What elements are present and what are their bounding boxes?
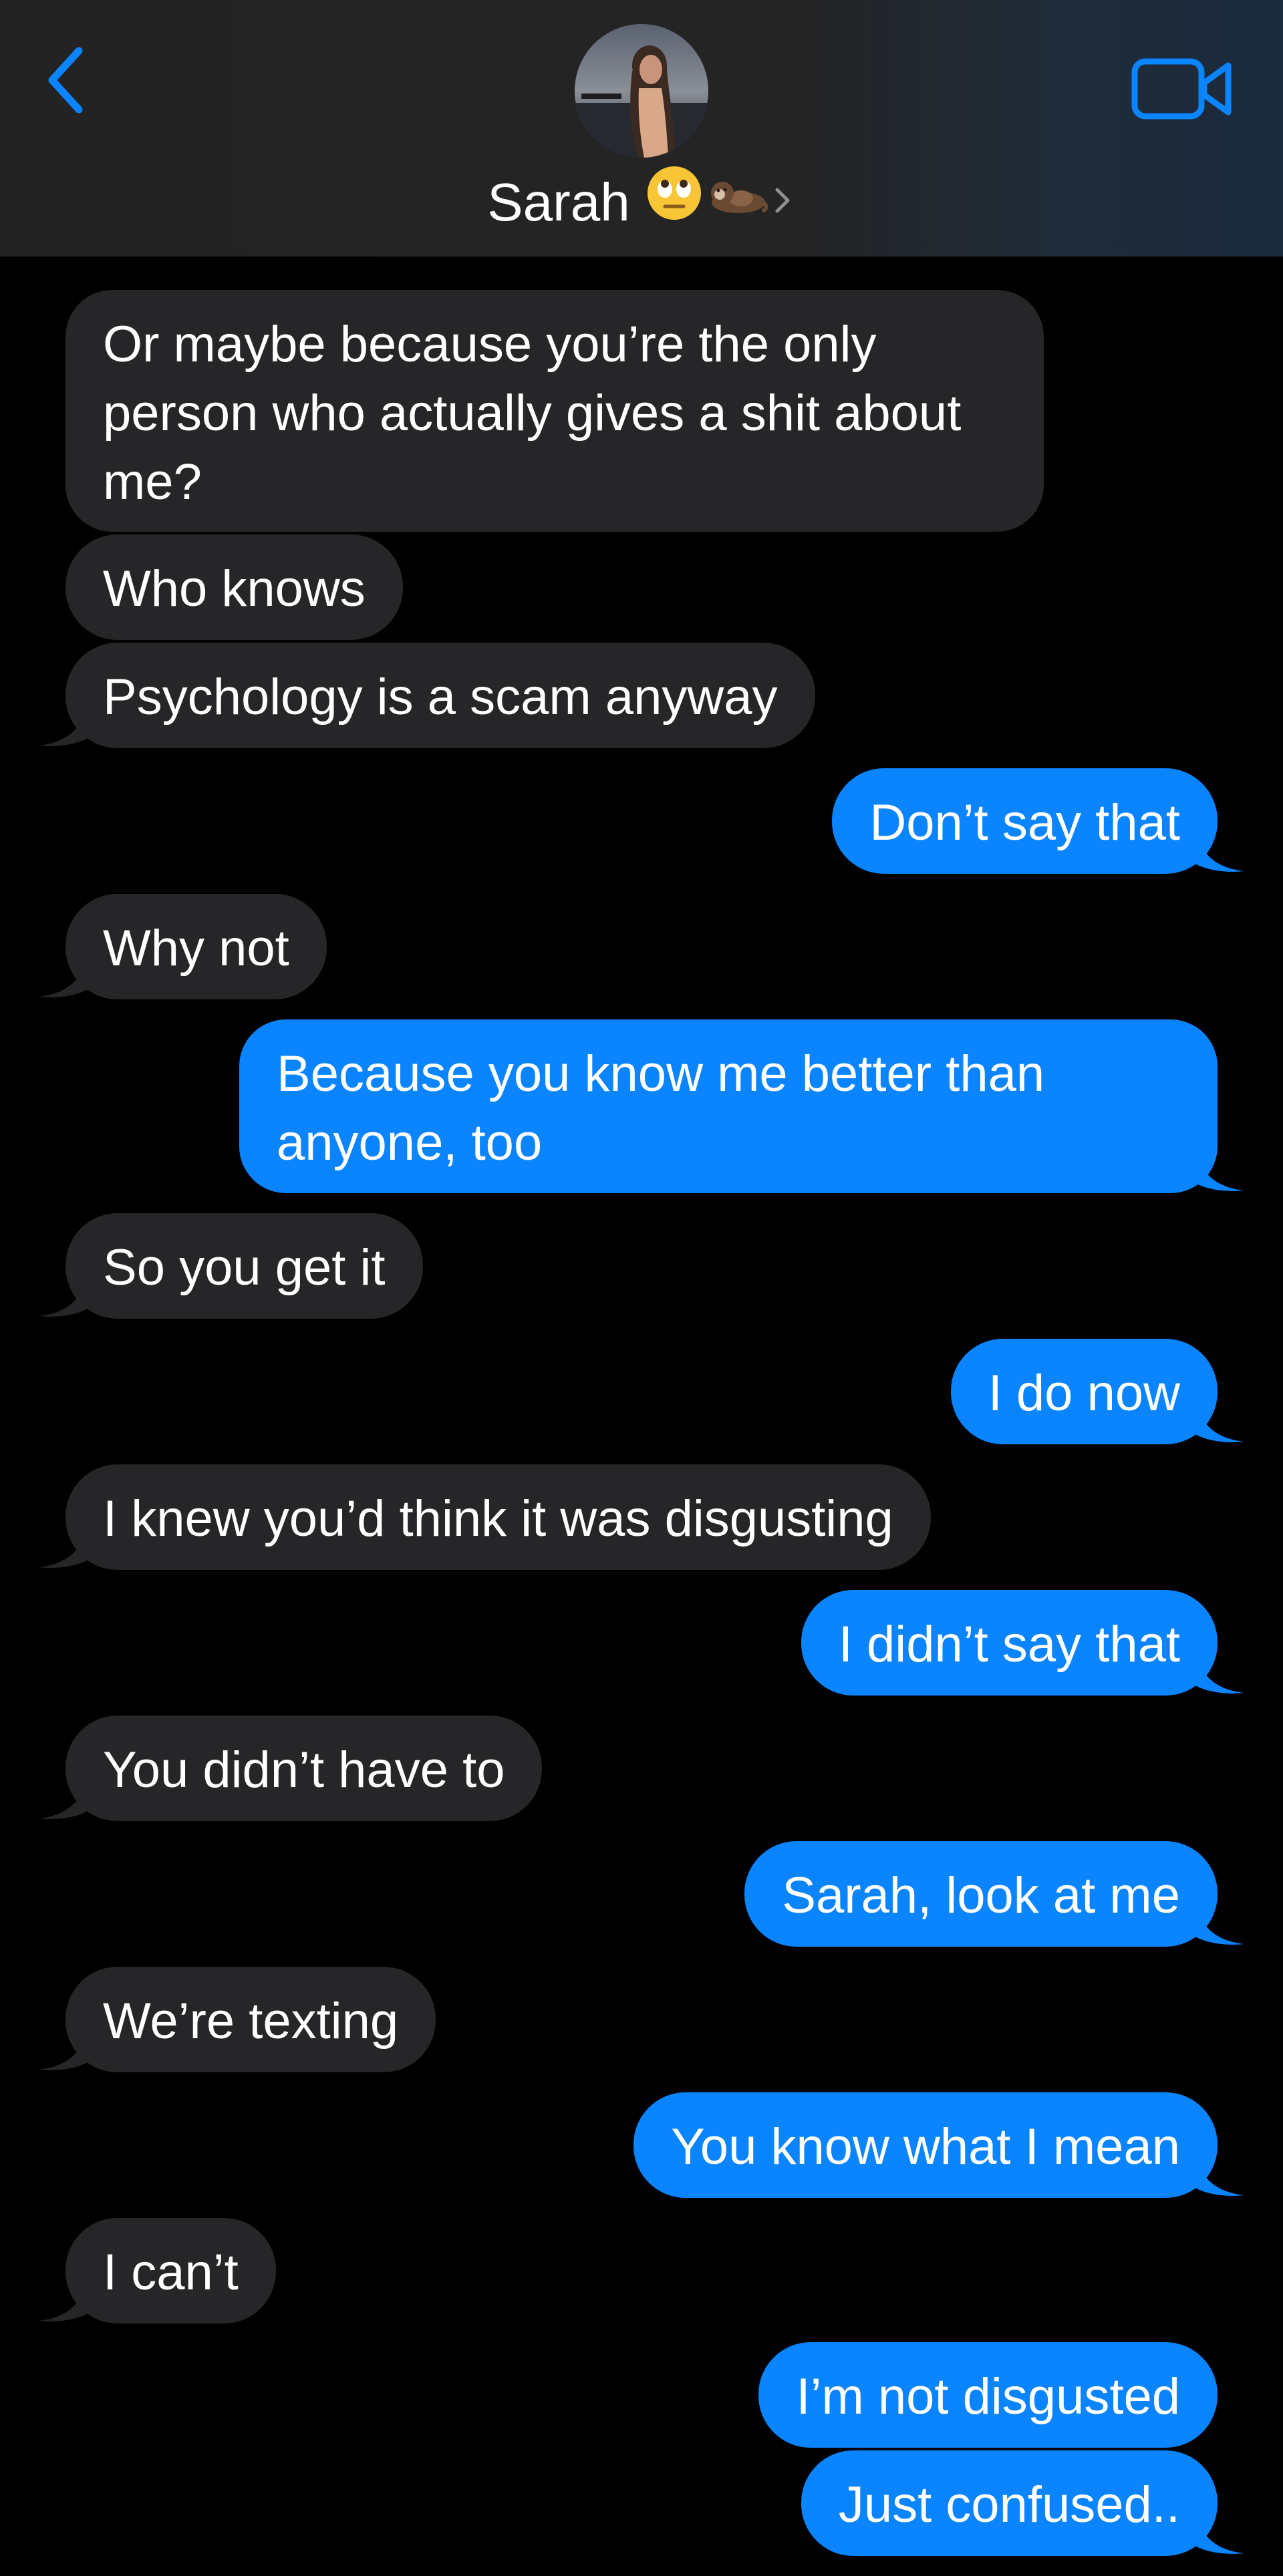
bubble-tail (39, 953, 99, 997)
received-message[interactable]: You didn’t have to (65, 1716, 543, 1821)
bubble-tail (39, 1774, 99, 1819)
bubble-tail (1184, 827, 1244, 872)
sent-message[interactable]: Just confused.. (801, 2450, 1218, 2556)
bubble-tail (39, 1272, 99, 1317)
sent-message[interactable]: I’m not disgusted (758, 2342, 1218, 2448)
contact-name: Sarah (487, 172, 630, 232)
received-message[interactable]: Why not (65, 894, 327, 999)
bubble-tail (1184, 2509, 1244, 2554)
bubble-tail (39, 2277, 99, 2321)
bubble-tail (1184, 1398, 1244, 1442)
bubble-tail (1184, 1649, 1244, 1694)
received-message[interactable]: Psychology is a scam anyway (65, 643, 815, 748)
sent-message[interactable]: Because you know me better than anyone, … (239, 1019, 1218, 1193)
received-message[interactable]: So you get it (65, 1213, 423, 1319)
sent-message[interactable]: Sarah, look at me (744, 1841, 1218, 1947)
chevron-right-icon (769, 166, 796, 239)
bubble-tail (39, 701, 99, 746)
sent-message[interactable]: You know what I mean (633, 2092, 1218, 2198)
bubble-tail (39, 2026, 99, 2070)
bubble-tail (1184, 1146, 1244, 1191)
sent-message[interactable]: I didn’t say that (801, 1590, 1218, 1696)
received-message[interactable]: Who knows (65, 534, 403, 640)
bubble-tail (1184, 2151, 1244, 2196)
received-message[interactable]: We’re texting (65, 1967, 436, 2072)
received-message[interactable]: I knew you’d think it was disgusting (65, 1464, 931, 1570)
otter-emoji-icon (705, 164, 769, 241)
contact-name-row[interactable]: Sarah (0, 162, 1283, 235)
avatar-photo (575, 24, 708, 158)
contact-info[interactable]: Sarah (0, 24, 1283, 238)
message-list: Or maybe because you’re the only person … (0, 0, 1283, 2576)
conversation-header: Sarah (0, 0, 1283, 257)
bubble-tail (1184, 1900, 1244, 1945)
contact-avatar[interactable] (575, 24, 708, 158)
sent-message[interactable]: I do now (950, 1339, 1218, 1444)
received-message[interactable]: Or maybe because you’re the only person … (65, 290, 1044, 532)
sent-message[interactable]: Don’t say that (832, 768, 1218, 874)
rolling-eyes-emoji-icon (645, 164, 704, 241)
bubble-tail (39, 1523, 99, 1568)
